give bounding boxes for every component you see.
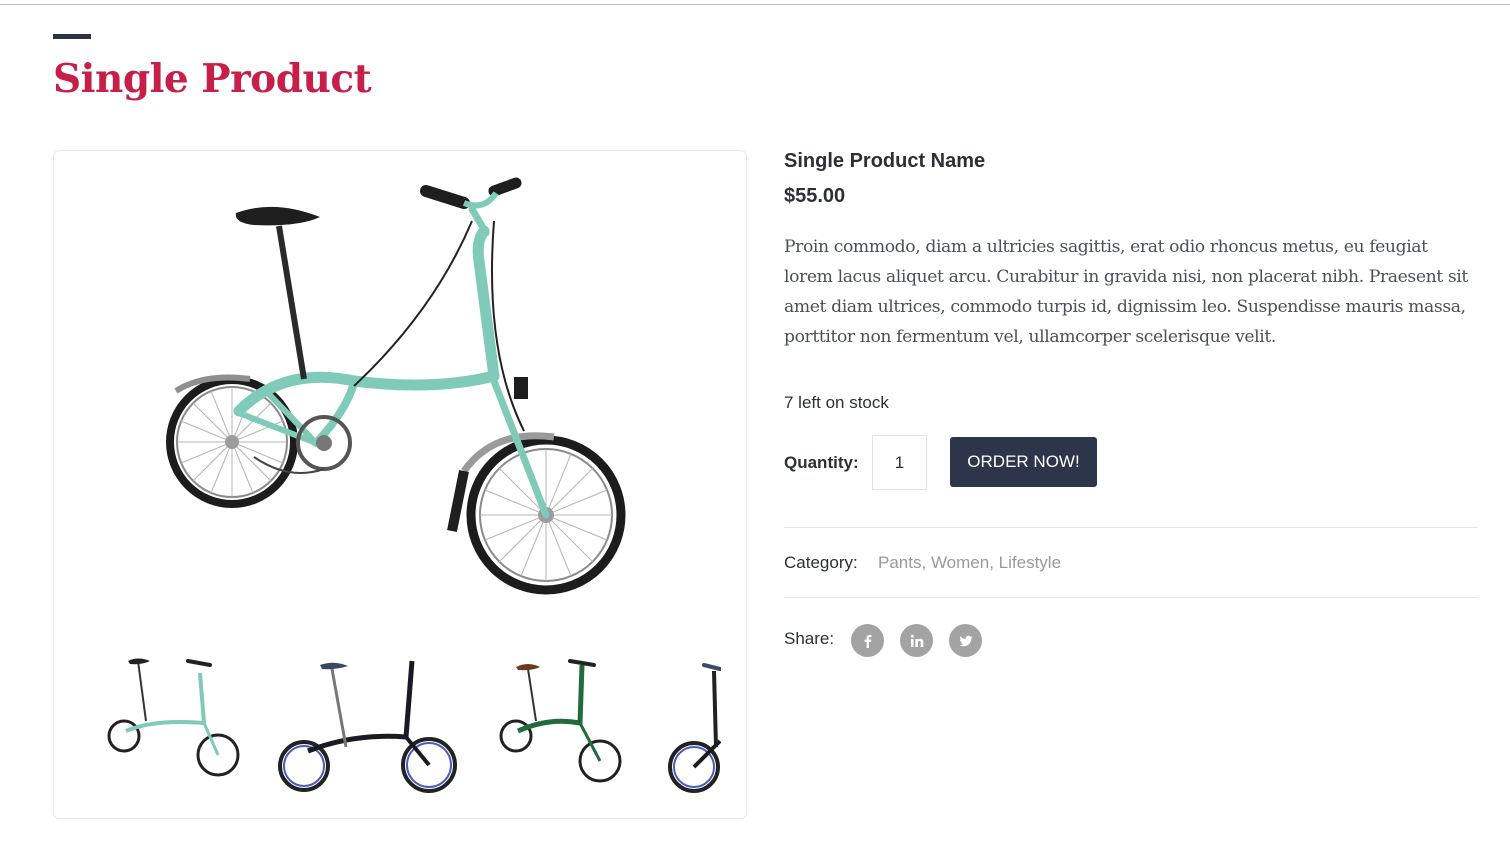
thumbnail-teal-bike[interactable] — [104, 651, 244, 801]
category-separator: , — [921, 553, 931, 572]
category-link-women[interactable]: Women — [931, 553, 989, 572]
title-accent-bar — [53, 34, 91, 39]
thumbnail-green-bike[interactable] — [494, 651, 634, 801]
quantity-label: Quantity: — [784, 453, 859, 472]
divider — [784, 597, 1478, 598]
facebook-icon[interactable] — [851, 624, 884, 657]
thumbnail-black-bike-2[interactable] — [664, 651, 721, 801]
twitter-icon[interactable] — [949, 624, 982, 657]
order-now-button[interactable]: ORDER NOW! — [950, 437, 1097, 487]
product-gallery — [53, 150, 747, 819]
thumbnail-strip — [104, 651, 721, 801]
share-icons — [851, 624, 982, 657]
linkedin-icon[interactable] — [900, 624, 933, 657]
thumbnail-black-bike[interactable] — [274, 651, 464, 801]
top-divider — [0, 4, 1510, 5]
category-label: Category: — [784, 553, 858, 572]
product-main-image[interactable] — [54, 151, 746, 641]
category-link-pants[interactable]: Pants — [878, 553, 921, 572]
category-links: Pants, Women, Lifestyle — [878, 553, 1061, 573]
stock-status: 7 left on stock — [784, 393, 889, 412]
category-separator: , — [989, 553, 999, 572]
product-name: Single Product Name — [784, 150, 986, 172]
product-description: Proin commodo, diam a ultricies sagittis… — [784, 237, 1468, 347]
page-title: Single Product — [53, 56, 372, 102]
divider — [784, 527, 1478, 528]
category-link-lifestyle[interactable]: Lifestyle — [999, 553, 1061, 572]
quantity-input[interactable] — [872, 435, 927, 490]
share-label: Share: — [784, 629, 835, 648]
product-price: $55.00 — [784, 185, 846, 207]
